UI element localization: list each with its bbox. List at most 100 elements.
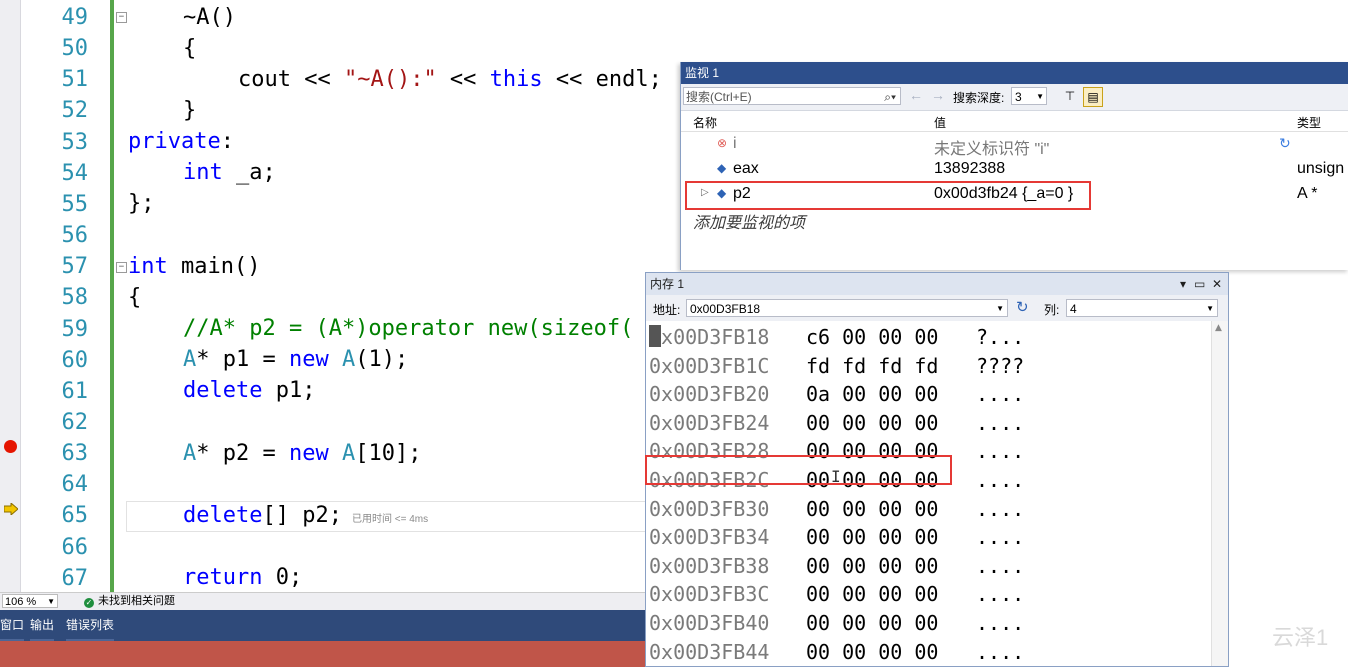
tab-output[interactable]: 输出	[30, 616, 55, 642]
refresh-icon[interactable]: ↻	[1016, 298, 1029, 316]
search-depth-select[interactable]: 3 ▼	[1011, 87, 1047, 105]
change-tracking-bar	[110, 0, 114, 592]
memory-ascii: ....	[976, 553, 1025, 578]
memory-rows[interactable]: 0x00D3FB18 c6 00 00 00?... 0x00D3FB1C fd fd…	[645, 323, 1212, 667]
code-line-65[interactable]: delete[] p2; 已用时间 <= 4ms	[183, 500, 428, 535]
line-number: 63	[61, 441, 89, 467]
issues-indicator[interactable]: ✓ 未找到相关问题	[84, 594, 175, 609]
memory-hex: 00 00 00 00	[806, 525, 939, 550]
arrow-left-icon[interactable]: ←	[909, 87, 923, 103]
memory-row[interactable]: 0x00D3FB20 0a 00 00 00....	[646, 380, 1212, 409]
bottom-tool-tabs: 窗口 输出 错误列表	[0, 610, 646, 642]
line-number: 64	[61, 472, 89, 498]
tab-error-list[interactable]: 错误列表	[66, 616, 115, 642]
column-type-header[interactable]: 类型	[1297, 114, 1321, 131]
vertical-scrollbar[interactable]: ▲	[1211, 321, 1228, 666]
line-number: 49	[61, 5, 89, 30]
tab-window[interactable]: 窗口	[0, 616, 25, 642]
scroll-up-icon[interactable]: ▲	[1215, 323, 1222, 333]
line-number: 53	[61, 129, 89, 155]
memory-addr: 0x00D3FB40	[649, 610, 770, 635]
memory-hex: 00 00 00 00	[806, 639, 939, 664]
search-icon[interactable]: ⌕▾	[884, 88, 896, 106]
line-number: 57	[61, 254, 89, 280]
line-number: 54	[61, 160, 89, 186]
memory-title-bar[interactable]: 内存 1 ▾ ▭ ✕	[646, 273, 1228, 295]
memory-ascii: ....	[976, 610, 1025, 635]
memory-ascii: ....	[976, 582, 1025, 607]
memory-ascii: ....	[976, 439, 1025, 464]
code-line-50[interactable]: {	[183, 33, 196, 64]
arrow-right-icon[interactable]: →	[931, 87, 945, 103]
line-number: 66	[61, 534, 89, 560]
memory-row[interactable]: 0x00D3FB40 00 00 00 00....	[646, 609, 1212, 638]
watch-title[interactable]: 监视 1	[681, 62, 1348, 84]
memory-ascii: ....	[976, 467, 1025, 492]
variable-icon: ◆	[717, 161, 727, 175]
column-value-header[interactable]: 值	[934, 114, 946, 131]
watch-toolbar: 搜索(Ctrl+E) ⌕▾ ← → 搜索深度: 3 ▼ ⊤ ▤	[681, 84, 1348, 111]
memory-addr: 0x00D3FB3C	[649, 582, 770, 607]
code-line-57[interactable]: int main()	[128, 251, 260, 282]
zoom-dropdown[interactable]: 106 % ▼	[2, 594, 58, 608]
perf-tip[interactable]: 已用时间 <= 4ms	[352, 514, 428, 525]
line-number: 61	[61, 378, 89, 404]
line-number: 60	[61, 347, 89, 373]
memory-addr: 0x00D3FB20	[649, 382, 770, 407]
code-line-58[interactable]: {	[128, 282, 141, 313]
code-line-54[interactable]: int _a;	[183, 157, 276, 188]
watch-row[interactable]: ◆ eax 13892388 unsign	[681, 157, 1348, 182]
code-line-53[interactable]: private:	[128, 126, 234, 157]
watch-row[interactable]: ⊗ i 未定义标识符 "i" ↻	[681, 132, 1348, 158]
memory-row[interactable]: 0x00D3FB1C fd fd fd fd????	[646, 352, 1212, 381]
code-line-55[interactable]: };	[128, 188, 155, 219]
check-circle-icon: ✓	[84, 598, 94, 608]
refresh-icon[interactable]: ↻	[1279, 135, 1291, 152]
p2-highlight-box	[685, 181, 1091, 210]
column-name-header[interactable]: 名称	[693, 114, 717, 131]
maximize-icon[interactable]: ▭	[1194, 273, 1205, 295]
watch-search-input[interactable]: 搜索(Ctrl+E) ⌕▾	[683, 87, 901, 105]
line-number: 62	[61, 409, 89, 435]
line-number: 51	[61, 67, 89, 93]
memory-addr: 0x00D3FB30	[649, 496, 770, 521]
view-format-icon[interactable]: ▤	[1083, 87, 1103, 107]
memory-row[interactable]: 0x00D3FB44 00 00 00 00....	[646, 638, 1212, 667]
address-input[interactable]: 0x00D3FB18 ▼	[686, 299, 1008, 317]
add-watch-item[interactable]: 添加要监视的项	[693, 209, 805, 233]
code-line-52[interactable]: }	[183, 95, 196, 126]
search-depth-label: 搜索深度:	[953, 91, 1005, 105]
memory-row[interactable]: 0x00D3FB3C 00 00 00 00....	[646, 580, 1212, 609]
pin-icon[interactable]: ⊤	[1061, 87, 1079, 105]
fold-toggle-icon[interactable]: −	[116, 262, 127, 273]
close-icon[interactable]: ✕	[1212, 273, 1222, 295]
memory-row[interactable]: 0x00D3FB34 00 00 00 00....	[646, 523, 1212, 552]
memory-row[interactable]: 0x00D3FB30 00 00 00 00....	[646, 495, 1212, 524]
memory-hex: 00 00 00 00	[806, 610, 939, 635]
memory-ascii: ?...	[976, 325, 1025, 349]
columns-select[interactable]: 4 ▼	[1066, 299, 1218, 317]
current-statement-arrow-icon	[4, 503, 18, 515]
memory-row[interactable]: 0x00D3FB38 00 00 00 00....	[646, 552, 1212, 581]
line-number: 52	[61, 98, 89, 124]
code-line-51[interactable]: cout << "~A():" << this << endl;	[238, 64, 662, 95]
memory-hex: 00 00 00 00	[806, 410, 939, 435]
code-line-61[interactable]: delete p1;	[183, 375, 315, 406]
fold-toggle-icon[interactable]: −	[116, 12, 127, 23]
code-line-63[interactable]: A* p2 = new A[10];	[183, 438, 421, 469]
code-line-49[interactable]: ~A()	[183, 2, 236, 33]
breakpoint-icon[interactable]	[4, 440, 17, 453]
memory-hex: 0a 00 00 00	[806, 382, 939, 407]
line-number: 56	[61, 223, 89, 249]
memory-ascii: ....	[976, 496, 1025, 521]
memory-ascii: ????	[976, 353, 1025, 378]
line-number: 65	[61, 503, 89, 529]
code-line-67[interactable]: return 0;	[183, 562, 302, 593]
code-line-59[interactable]: //A* p2 = (A*)operator new(sizeof(	[183, 313, 633, 344]
line-number: 59	[61, 316, 89, 342]
memory-row[interactable]: 0x00D3FB18 c6 00 00 00?...	[646, 323, 1212, 352]
memory-row[interactable]: 0x00D3FB24 00 00 00 00....	[646, 409, 1212, 438]
window-menu-icon[interactable]: ▾	[1180, 273, 1186, 295]
chevron-down-icon: ▼	[996, 304, 1004, 313]
code-line-60[interactable]: A* p1 = new A(1);	[183, 344, 408, 375]
